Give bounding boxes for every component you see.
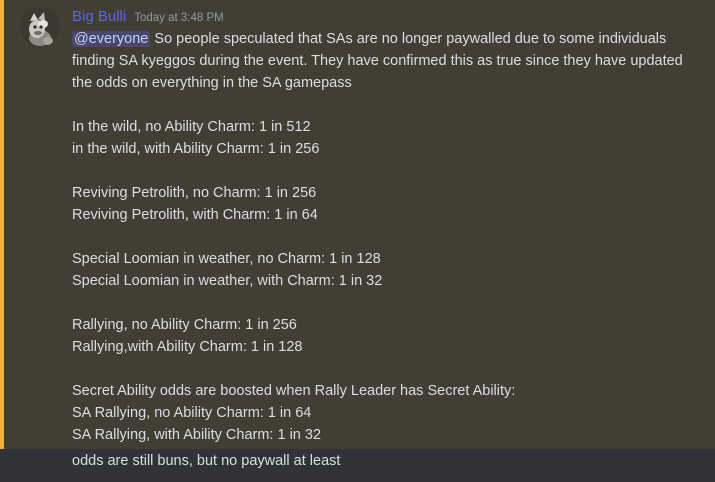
odds-line: SA Rallying, no Ability Charm: 1 in 64: [72, 405, 312, 421]
message-content: @everyone So people speculated that SAs …: [72, 28, 702, 446]
odds-line: Special Loomian in weather, no Charm: 1 …: [72, 251, 381, 267]
followup-message: odds are still buns, but no paywall at l…: [72, 453, 341, 469]
odds-line: in the wild, with Ability Charm: 1 in 25…: [72, 141, 320, 157]
avatar[interactable]: [20, 7, 60, 47]
intro-text: So people speculated that SAs are no lon…: [72, 31, 683, 91]
author-name[interactable]: Big Bulli: [72, 8, 126, 25]
odds-line: Rallying,with Ability Charm: 1 in 128: [72, 339, 303, 355]
odds-line: In the wild, no Ability Charm: 1 in 512: [72, 119, 311, 135]
message-header: Big Bulli Today at 3:48 PM: [72, 8, 224, 28]
mention-indicator-bar: [0, 0, 4, 449]
odds-line: SA Rallying, with Ability Charm: 1 in 32: [72, 427, 322, 443]
odds-line: Special Loomian in weather, with Charm: …: [72, 273, 383, 289]
everyone-mention[interactable]: @everyone: [72, 31, 151, 47]
message-timestamp: Today at 3:48 PM: [134, 12, 224, 24]
odds-line: Secret Ability odds are boosted when Ral…: [72, 383, 516, 399]
odds-line: Reviving Petrolith, with Charm: 1 in 64: [72, 207, 318, 223]
message-intro: @everyone So people speculated that SAs …: [72, 28, 702, 94]
odds-line: Rallying, no Ability Charm: 1 in 256: [72, 317, 297, 333]
odds-line: Reviving Petrolith, no Charm: 1 in 256: [72, 185, 317, 201]
